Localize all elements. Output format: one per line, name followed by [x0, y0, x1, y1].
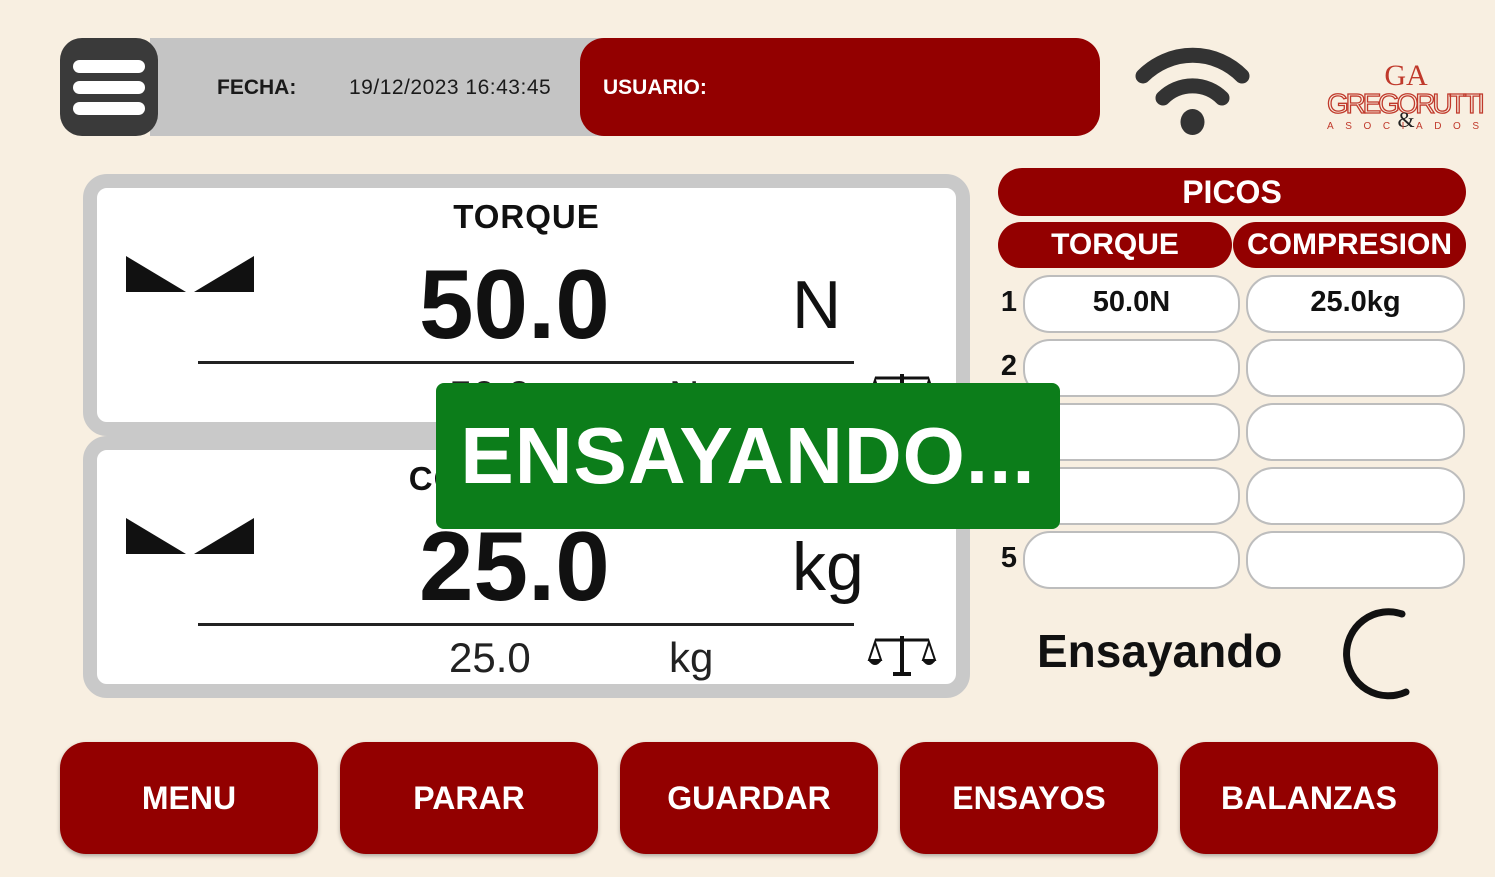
scales-button[interactable]: BALANZAS	[1180, 742, 1438, 854]
compression-secondary-unit: kg	[669, 634, 714, 681]
torque-value: 50.0	[419, 249, 610, 359]
tare-indicator-icon	[126, 518, 254, 554]
peak-torque-cell	[1023, 531, 1240, 589]
menu-button[interactable]: MENU	[60, 742, 318, 854]
status-text: Ensayando	[1037, 625, 1283, 677]
peaks-column-torque: TORQUE	[998, 222, 1232, 268]
compression-secondary-value: 25.0	[449, 634, 531, 681]
user-label: USUARIO:	[603, 76, 707, 99]
torque-unit: N	[792, 267, 842, 343]
peaks-row-index: 1	[1000, 286, 1018, 318]
date-label: FECHA:	[217, 76, 297, 99]
peak-compression-cell	[1246, 467, 1465, 525]
peak-compression-cell	[1246, 403, 1465, 461]
peaks-column-compression: COMPRESION	[1233, 222, 1466, 268]
peaks-row-index: 5	[1000, 542, 1018, 574]
torque-title: TORQUE	[453, 198, 600, 235]
company-logo: GA GREGORUTTI & ASOCIADOS	[1322, 55, 1490, 135]
compression-unit: kg	[792, 529, 864, 605]
hamburger-menu-icon	[73, 60, 145, 73]
divider	[198, 623, 854, 626]
stop-button[interactable]: PARAR	[340, 742, 598, 854]
balance-scale-icon[interactable]	[867, 632, 937, 678]
peak-compression-cell: 25.0kg	[1246, 275, 1465, 333]
peaks-row-index: 2	[1000, 350, 1018, 382]
hamburger-menu-button[interactable]	[60, 38, 158, 136]
loading-spinner-icon	[1343, 608, 1410, 700]
peak-compression-cell	[1246, 531, 1465, 589]
divider	[198, 361, 854, 364]
logo-subtitle: ASOCIADOS	[1327, 121, 1485, 132]
peak-torque-cell: 50.0N	[1023, 275, 1240, 333]
peak-compression-cell	[1246, 339, 1465, 397]
wifi-icon	[1135, 48, 1250, 135]
tare-indicator-icon	[126, 256, 254, 292]
hamburger-menu-icon-bar	[73, 102, 145, 115]
save-button[interactable]: GUARDAR	[620, 742, 878, 854]
date-value: 19/12/2023 16:43:45	[349, 76, 552, 99]
peaks-header: PICOS	[998, 168, 1466, 216]
testing-overlay: ENSAYANDO...	[436, 383, 1060, 529]
hamburger-menu-icon-bar	[73, 81, 145, 94]
tests-button[interactable]: ENSAYOS	[900, 742, 1158, 854]
